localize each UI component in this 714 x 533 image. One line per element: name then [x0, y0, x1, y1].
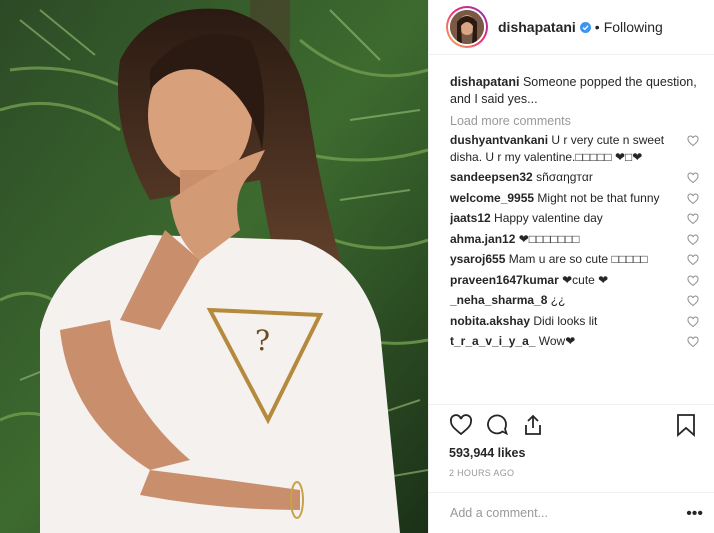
caption-username[interactable]: dishapatani — [450, 75, 519, 89]
comment-text: jaats12 Happy valentine day — [450, 210, 676, 227]
comment-username[interactable]: welcome_9955 — [450, 191, 534, 205]
comment-item: _neha_sharma_8 ¿¿ — [450, 292, 700, 309]
comment-like-heart-icon[interactable] — [687, 193, 699, 205]
following-button[interactable]: Following — [604, 19, 663, 35]
comment-text: dushyantvankani U r very cute n sweet di… — [450, 132, 676, 165]
comment-like-heart-icon[interactable] — [687, 213, 699, 225]
comment-username[interactable]: ysaroj655 — [450, 252, 505, 266]
comment-like-heart-icon[interactable] — [687, 135, 699, 147]
comment-item: ysaroj655 Mam u are so cute □□□□□ — [450, 251, 700, 268]
comment-text: welcome_9955 Might not be that funny — [450, 190, 676, 207]
comment-text: praveen1647kumar ❤cute ❤ — [450, 272, 676, 289]
caption: dishapatani Someone popped the question,… — [450, 74, 700, 108]
comment-body: Didi looks lit — [533, 313, 598, 328]
heart-icon[interactable] — [449, 413, 473, 437]
comment-body: ѕñσαηgтαr — [536, 170, 593, 184]
comment-text: sandeepsen32 ѕñσαηgтαr — [450, 169, 676, 186]
comment-body: ❤cute ❤ — [562, 272, 609, 287]
load-more-comments-button[interactable]: Load more comments — [450, 114, 700, 128]
comment-body: Wow❤ — [538, 334, 576, 348]
header-separator: • — [594, 19, 600, 35]
comment-item: dushyantvankani U r very cute n sweet di… — [450, 132, 700, 165]
add-comment-bar: ••• — [429, 492, 714, 533]
verified-badge-icon — [579, 21, 591, 33]
svg-text:?: ? — [255, 324, 270, 357]
comment-body: Mam u are so cute □□□□□ — [508, 252, 648, 266]
comment-username[interactable]: t_r_a_v_i_y_a_ — [450, 334, 535, 348]
comment-text: _neha_sharma_8 ¿¿ — [450, 292, 676, 309]
post-photo[interactable]: ? — [0, 0, 428, 533]
action-bar: 593,944 likes 2 HOURS AGO — [429, 404, 714, 492]
comment-like-heart-icon[interactable] — [687, 336, 699, 348]
post-header: dishapatani • Following — [429, 0, 714, 55]
comment-username[interactable]: nobita.akshay — [450, 314, 530, 328]
comment-like-heart-icon[interactable] — [687, 254, 699, 266]
post-side-panel: dishapatani • Following dishapatani Some… — [428, 0, 714, 533]
share-icon[interactable] — [521, 413, 545, 437]
bookmark-icon[interactable] — [675, 413, 697, 437]
comment-text: ysaroj655 Mam u are so cute □□□□□ — [450, 251, 676, 268]
post-timestamp[interactable]: 2 HOURS AGO — [449, 468, 714, 478]
comment-bubble-icon[interactable] — [485, 413, 509, 437]
comment-username[interactable]: praveen1647kumar — [450, 273, 559, 287]
likes-count[interactable]: 593,944 likes — [449, 446, 714, 460]
comment-username[interactable]: sandeepsen32 — [450, 170, 533, 184]
comment-username[interactable]: ahma.jan12 — [450, 232, 515, 246]
comment-item: sandeepsen32 ѕñσαηgтαr — [450, 169, 700, 186]
comment-body: Happy valentine day — [494, 211, 603, 225]
header-username[interactable]: dishapatani — [498, 19, 576, 35]
comment-like-heart-icon[interactable] — [687, 234, 699, 246]
comment-input[interactable] — [450, 506, 670, 520]
avatar — [450, 10, 484, 44]
comment-username[interactable]: jaats12 — [450, 211, 491, 225]
comment-username[interactable]: _neha_sharma_8 — [450, 293, 547, 307]
more-options-icon[interactable]: ••• — [686, 505, 703, 523]
comment-username[interactable]: dushyantvankani — [450, 133, 548, 147]
comment-like-heart-icon[interactable] — [687, 172, 699, 184]
comment-like-heart-icon[interactable] — [687, 295, 699, 307]
comment-item: nobita.akshay Didi looks lit — [450, 313, 700, 330]
comment-text: ahma.jan12 ❤□□□□□□□ — [450, 231, 676, 248]
comment-body: Might not be that funny — [537, 190, 660, 205]
comment-text: t_r_a_v_i_y_a_ Wow❤ — [450, 333, 676, 350]
comment-item: praveen1647kumar ❤cute ❤ — [450, 272, 700, 289]
comment-item: welcome_9955 Might not be that funny — [450, 190, 700, 207]
story-ring[interactable] — [446, 6, 488, 48]
comment-body: ¿¿ — [550, 293, 566, 307]
post-photo-image: ? — [0, 0, 428, 533]
comment-body: ❤□□□□□□□ — [518, 231, 580, 246]
comment-item: jaats12 Happy valentine day — [450, 210, 700, 227]
comment-like-heart-icon[interactable] — [687, 275, 699, 287]
comment-text: nobita.akshay Didi looks lit — [450, 313, 676, 330]
comments-list[interactable]: dishapatani Someone popped the question,… — [450, 64, 700, 404]
comment-item: ahma.jan12 ❤□□□□□□□ — [450, 231, 700, 248]
comment-like-heart-icon[interactable] — [687, 316, 699, 328]
comment-item: t_r_a_v_i_y_a_ Wow❤ — [450, 333, 700, 350]
